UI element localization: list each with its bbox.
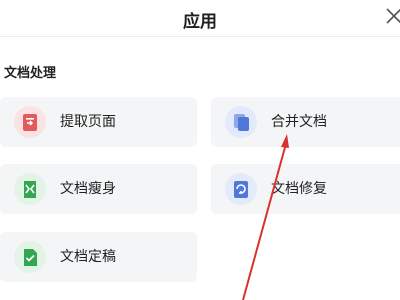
finalize-doc-icon bbox=[14, 241, 46, 273]
tool-label: 文档定稿 bbox=[60, 249, 116, 265]
repair-doc-icon bbox=[225, 173, 257, 205]
tool-card-repair-doc[interactable]: 文档修复 bbox=[211, 164, 400, 214]
close-icon bbox=[386, 8, 400, 24]
extract-pages-icon bbox=[14, 106, 46, 138]
tool-card-extract-pages[interactable]: 提取页面 bbox=[0, 97, 197, 147]
tool-card-slim-doc[interactable]: 文档瘦身 bbox=[0, 164, 197, 214]
tool-label: 文档修复 bbox=[271, 181, 327, 197]
tool-card-finalize-doc[interactable]: 文档定稿 bbox=[0, 232, 197, 282]
slim-doc-icon bbox=[14, 173, 46, 205]
page-title: 应用 bbox=[183, 12, 217, 32]
tool-label: 提取页面 bbox=[60, 114, 116, 130]
tool-label: 合并文档 bbox=[271, 114, 327, 130]
close-button[interactable] bbox=[384, 5, 400, 27]
tool-label: 文档瘦身 bbox=[60, 181, 116, 197]
app-header: 应用 bbox=[0, 0, 400, 37]
merge-docs-icon bbox=[225, 106, 257, 138]
section-title: 文档处理 bbox=[4, 66, 57, 81]
tool-card-merge-docs[interactable]: 合并文档 bbox=[211, 97, 400, 147]
